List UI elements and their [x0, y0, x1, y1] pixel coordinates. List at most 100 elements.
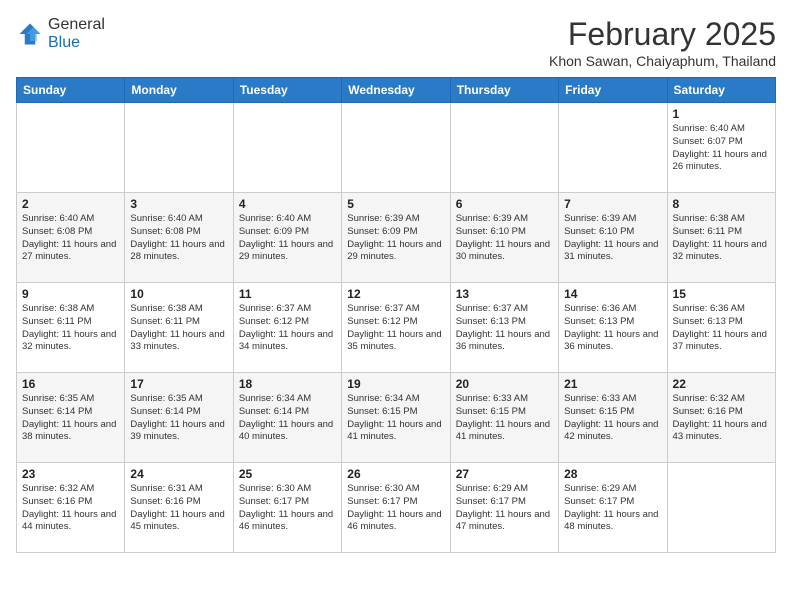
- day-detail: Sunrise: 6:39 AM Sunset: 6:10 PM Dayligh…: [564, 213, 661, 264]
- day-detail: Sunrise: 6:38 AM Sunset: 6:11 PM Dayligh…: [130, 303, 227, 354]
- day-cell: 27 Sunrise: 6:29 AM Sunset: 6:17 PM Dayli…: [450, 463, 558, 553]
- weekday-header-thursday: Thursday: [450, 78, 558, 103]
- day-detail: Sunrise: 6:36 AM Sunset: 6:13 PM Dayligh…: [564, 303, 661, 354]
- day-detail: Sunrise: 6:31 AM Sunset: 6:16 PM Dayligh…: [130, 483, 227, 534]
- day-detail: Sunrise: 6:35 AM Sunset: 6:14 PM Dayligh…: [22, 393, 119, 444]
- day-number: 2: [22, 197, 119, 211]
- day-detail: Sunrise: 6:38 AM Sunset: 6:11 PM Dayligh…: [22, 303, 119, 354]
- day-cell: 13Sunrise: 6:37 AM Sunset: 6:13 PM Dayli…: [450, 283, 558, 373]
- page-header: General Blue February 2025 Khon Sawan, C…: [16, 16, 776, 69]
- day-number: 15: [673, 287, 770, 301]
- day-cell: 28 Sunrise: 6:29 AM Sunset: 6:17 PM Dayli…: [559, 463, 667, 553]
- day-detail: Sunrise: 6:40 AM Sunset: 6:07 PM Dayligh…: [673, 123, 770, 174]
- day-detail: Sunrise: 6:37 AM Sunset: 6:12 PM Dayligh…: [347, 303, 444, 354]
- day-cell: 6 Sunrise: 6:39 AM Sunset: 6:10 PM Daylig…: [450, 193, 558, 283]
- day-number: 9: [22, 287, 119, 301]
- weekday-header-wednesday: Wednesday: [342, 78, 450, 103]
- day-cell: [17, 103, 125, 193]
- location: Khon Sawan, Chaiyaphum, Thailand: [549, 53, 776, 69]
- day-number: 3: [130, 197, 227, 211]
- day-detail: Sunrise: 6:36 AM Sunset: 6:13 PM Dayligh…: [673, 303, 770, 354]
- day-detail: Sunrise: 6:32 AM Sunset: 6:16 PM Dayligh…: [673, 393, 770, 444]
- day-detail: Sunrise: 6:35 AM Sunset: 6:14 PM Dayligh…: [130, 393, 227, 444]
- day-number: 28: [564, 467, 661, 481]
- day-detail: Sunrise: 6:30 AM Sunset: 6:17 PM Dayligh…: [347, 483, 444, 534]
- day-number: 23: [22, 467, 119, 481]
- day-cell: 14 Sunrise: 6:36 AM Sunset: 6:13 PM Dayli…: [559, 283, 667, 373]
- weekday-header-friday: Friday: [559, 78, 667, 103]
- logo-icon: [16, 20, 44, 48]
- day-cell: 2 Sunrise: 6:40 AM Sunset: 6:08 PM Daylig…: [17, 193, 125, 283]
- day-cell: 1Sunrise: 6:40 AM Sunset: 6:07 PM Daylig…: [667, 103, 775, 193]
- day-cell: 19 Sunrise: 6:34 AM Sunset: 6:15 PM Dayli…: [342, 373, 450, 463]
- weekday-header-tuesday: Tuesday: [233, 78, 341, 103]
- month-year: February 2025: [549, 16, 776, 53]
- day-cell: 8Sunrise: 6:38 AM Sunset: 6:11 PM Daylig…: [667, 193, 775, 283]
- day-cell: 11 Sunrise: 6:37 AM Sunset: 6:12 PM Dayli…: [233, 283, 341, 373]
- day-detail: Sunrise: 6:38 AM Sunset: 6:11 PM Dayligh…: [673, 213, 770, 264]
- day-detail: Sunrise: 6:32 AM Sunset: 6:16 PM Dayligh…: [22, 483, 119, 534]
- logo-general: General: [48, 16, 105, 34]
- day-number: 25: [239, 467, 336, 481]
- calendar-body: 1Sunrise: 6:40 AM Sunset: 6:07 PM Daylig…: [17, 103, 776, 553]
- day-cell: 10 Sunrise: 6:38 AM Sunset: 6:11 PM Dayli…: [125, 283, 233, 373]
- day-number: 24: [130, 467, 227, 481]
- day-cell: [125, 103, 233, 193]
- day-number: 5: [347, 197, 444, 211]
- day-detail: Sunrise: 6:40 AM Sunset: 6:09 PM Dayligh…: [239, 213, 336, 264]
- weekday-header-sunday: Sunday: [17, 78, 125, 103]
- day-detail: Sunrise: 6:33 AM Sunset: 6:15 PM Dayligh…: [456, 393, 553, 444]
- day-detail: Sunrise: 6:34 AM Sunset: 6:15 PM Dayligh…: [347, 393, 444, 444]
- day-cell: 18 Sunrise: 6:34 AM Sunset: 6:14 PM Dayli…: [233, 373, 341, 463]
- day-number: 12: [347, 287, 444, 301]
- day-cell: 3 Sunrise: 6:40 AM Sunset: 6:08 PM Daylig…: [125, 193, 233, 283]
- day-cell: 16 Sunrise: 6:35 AM Sunset: 6:14 PM Dayli…: [17, 373, 125, 463]
- day-cell: 25 Sunrise: 6:30 AM Sunset: 6:17 PM Dayli…: [233, 463, 341, 553]
- day-cell: [233, 103, 341, 193]
- week-row-4: 23 Sunrise: 6:32 AM Sunset: 6:16 PM Dayli…: [17, 463, 776, 553]
- logo-blue: Blue: [48, 34, 105, 52]
- day-number: 26: [347, 467, 444, 481]
- title-block: February 2025 Khon Sawan, Chaiyaphum, Th…: [549, 16, 776, 69]
- day-number: 21: [564, 377, 661, 391]
- day-cell: 17 Sunrise: 6:35 AM Sunset: 6:14 PM Dayli…: [125, 373, 233, 463]
- day-number: 11: [239, 287, 336, 301]
- calendar-header: SundayMondayTuesdayWednesdayThursdayFrid…: [17, 78, 776, 103]
- calendar-table: SundayMondayTuesdayWednesdayThursdayFrid…: [16, 77, 776, 553]
- day-number: 18: [239, 377, 336, 391]
- day-number: 6: [456, 197, 553, 211]
- day-cell: 12 Sunrise: 6:37 AM Sunset: 6:12 PM Dayli…: [342, 283, 450, 373]
- day-detail: Sunrise: 6:40 AM Sunset: 6:08 PM Dayligh…: [130, 213, 227, 264]
- day-cell: 24 Sunrise: 6:31 AM Sunset: 6:16 PM Dayli…: [125, 463, 233, 553]
- day-number: 14: [564, 287, 661, 301]
- day-cell: 21Sunrise: 6:33 AM Sunset: 6:15 PM Dayli…: [559, 373, 667, 463]
- day-number: 27: [456, 467, 553, 481]
- day-number: 10: [130, 287, 227, 301]
- day-detail: Sunrise: 6:29 AM Sunset: 6:17 PM Dayligh…: [564, 483, 661, 534]
- day-detail: Sunrise: 6:40 AM Sunset: 6:08 PM Dayligh…: [22, 213, 119, 264]
- day-cell: 7 Sunrise: 6:39 AM Sunset: 6:10 PM Daylig…: [559, 193, 667, 283]
- day-detail: Sunrise: 6:30 AM Sunset: 6:17 PM Dayligh…: [239, 483, 336, 534]
- day-cell: 22 Sunrise: 6:32 AM Sunset: 6:16 PM Dayli…: [667, 373, 775, 463]
- day-detail: Sunrise: 6:34 AM Sunset: 6:14 PM Dayligh…: [239, 393, 336, 444]
- logo: General Blue: [16, 16, 105, 52]
- day-cell: 20 Sunrise: 6:33 AM Sunset: 6:15 PM Dayli…: [450, 373, 558, 463]
- day-number: 20: [456, 377, 553, 391]
- day-number: 4: [239, 197, 336, 211]
- logo-text: General Blue: [48, 16, 105, 52]
- day-cell: [667, 463, 775, 553]
- day-cell: 5Sunrise: 6:39 AM Sunset: 6:09 PM Daylig…: [342, 193, 450, 283]
- day-number: 22: [673, 377, 770, 391]
- day-number: 7: [564, 197, 661, 211]
- day-cell: [450, 103, 558, 193]
- day-number: 19: [347, 377, 444, 391]
- day-detail: Sunrise: 6:39 AM Sunset: 6:10 PM Dayligh…: [456, 213, 553, 264]
- weekday-header-monday: Monday: [125, 78, 233, 103]
- week-row-3: 16 Sunrise: 6:35 AM Sunset: 6:14 PM Dayli…: [17, 373, 776, 463]
- week-row-0: 1Sunrise: 6:40 AM Sunset: 6:07 PM Daylig…: [17, 103, 776, 193]
- day-number: 16: [22, 377, 119, 391]
- day-detail: Sunrise: 6:29 AM Sunset: 6:17 PM Dayligh…: [456, 483, 553, 534]
- day-number: 17: [130, 377, 227, 391]
- week-row-2: 9 Sunrise: 6:38 AM Sunset: 6:11 PM Daylig…: [17, 283, 776, 373]
- day-detail: Sunrise: 6:37 AM Sunset: 6:12 PM Dayligh…: [239, 303, 336, 354]
